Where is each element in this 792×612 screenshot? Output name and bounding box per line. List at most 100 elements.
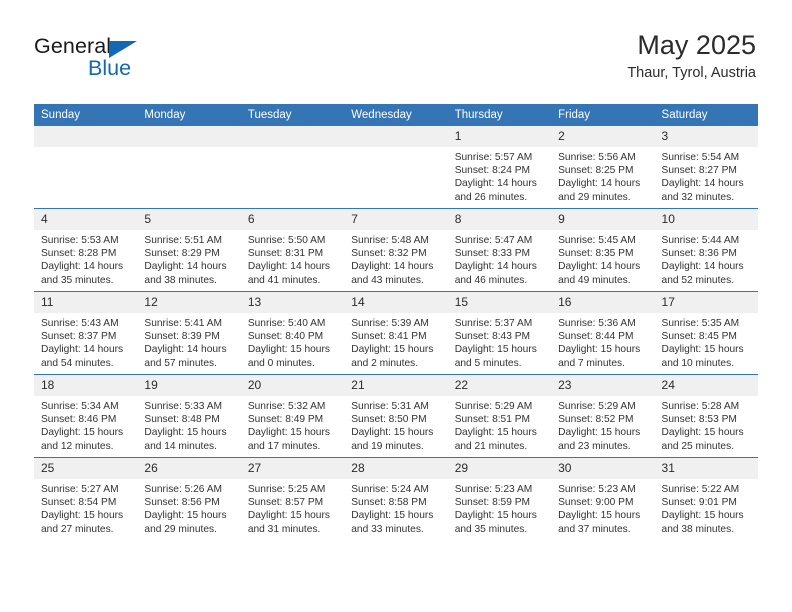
day-detail-sunrise: Sunrise: 5:22 AM	[661, 484, 740, 495]
day-detail-daylight-2: and 23 minutes.	[558, 440, 631, 452]
day-detail-daylight-1: Daylight: 14 hours	[247, 261, 330, 273]
calendar-day-cell[interactable]: 14 Sunrise: 5:39 AM Sunset: 8:41 PM Dayligh…	[344, 291, 448, 375]
day-detail-sunrise: Sunrise: 5:50 AM	[247, 235, 326, 246]
day-detail-daylight-2: and 25 minutes.	[661, 440, 735, 452]
day-detail-daylight-2: and 12 minutes.	[41, 440, 114, 452]
day-number	[137, 126, 241, 147]
day-number	[34, 126, 138, 147]
day-details: Sunrise: 5:51 AM Sunset: 8:29 PM Daylight:…	[137, 230, 240, 287]
day-details: Sunrise: 5:33 AM Sunset: 8:48 PM Daylight:…	[137, 396, 240, 453]
weekday-header-sunday: Sunday	[34, 104, 138, 126]
day-detail-sunrise: Sunrise: 5:43 AM	[41, 318, 119, 329]
day-detail-daylight-1: Daylight: 15 hours	[454, 510, 537, 522]
day-detail-sunset: Sunset: 8:49 PM	[247, 414, 324, 426]
calendar-day-cell[interactable]: 15 Sunrise: 5:37 AM Sunset: 8:43 PM Dayligh…	[447, 291, 552, 375]
calendar-day-cell[interactable]: 7 Sunrise: 5:48 AM Sunset: 8:32 PM Daylight…	[344, 208, 448, 292]
calendar-day-cell[interactable]: 8 Sunrise: 5:47 AM Sunset: 8:33 PM Daylight…	[447, 208, 552, 292]
day-details: Sunrise: 5:40 AM Sunset: 8:40 PM Daylight:…	[241, 313, 344, 370]
day-details: Sunrise: 5:48 AM Sunset: 8:32 PM Daylight:…	[344, 230, 447, 287]
day-details: Sunrise: 5:32 AM Sunset: 8:49 PM Daylight:…	[241, 396, 344, 453]
page-subtitle-location: Thaur, Tyrol, Austria	[627, 65, 756, 82]
day-detail-daylight-2: and 38 minutes.	[661, 523, 735, 535]
calendar-day-cell[interactable]: 28 Sunrise: 5:24 AM Sunset: 8:58 PM Dayligh…	[344, 457, 448, 540]
weekday-header-saturday: Saturday	[654, 104, 758, 126]
calendar-day-cell[interactable]: 19 Sunrise: 5:33 AM Sunset: 8:48 PM Dayligh…	[137, 374, 241, 458]
day-detail-sunset: Sunset: 8:44 PM	[558, 331, 634, 343]
calendar-day-cell[interactable]: 22 Sunrise: 5:29 AM Sunset: 8:51 PM Dayligh…	[447, 374, 552, 458]
day-detail-daylight-1: Daylight: 15 hours	[351, 510, 434, 522]
calendar-day-cell[interactable]: 30 Sunrise: 5:23 AM Sunset: 9:00 PM Dayligh…	[551, 457, 655, 540]
day-detail-sunrise: Sunrise: 5:37 AM	[454, 318, 533, 329]
day-detail-sunrise: Sunrise: 5:45 AM	[558, 235, 636, 246]
calendar-day-cell[interactable]: 4 Sunrise: 5:53 AM Sunset: 8:28 PM Daylight…	[34, 208, 138, 292]
day-detail-sunset: Sunset: 8:40 PM	[247, 331, 324, 343]
calendar-week-row: 25 Sunrise: 5:27 AM Sunset: 8:54 PM Dayligh…	[34, 457, 758, 540]
day-details: Sunrise: 5:50 AM Sunset: 8:31 PM Daylight:…	[241, 230, 344, 287]
day-number	[344, 126, 448, 147]
calendar-day-cell[interactable]: 6 Sunrise: 5:50 AM Sunset: 8:31 PM Daylight…	[240, 208, 345, 292]
day-detail-daylight-1: Daylight: 15 hours	[41, 427, 124, 439]
title-block: May 2025 Thaur, Tyrol, Austria	[627, 30, 756, 82]
calendar-day-cell[interactable]: 2 Sunrise: 5:56 AM Sunset: 8:25 PM Daylight…	[551, 126, 655, 209]
calendar-day-cell[interactable]: 13 Sunrise: 5:40 AM Sunset: 8:40 PM Dayligh…	[240, 291, 345, 375]
calendar-day-cell[interactable]: 9 Sunrise: 5:45 AM Sunset: 8:35 PM Daylight…	[551, 208, 655, 292]
day-number: 10	[654, 209, 758, 230]
day-number: 28	[344, 458, 448, 479]
general-blue-logo[interactable]: General Blue	[34, 35, 224, 88]
day-detail-daylight-1: Daylight: 14 hours	[351, 261, 434, 273]
day-detail-daylight-2: and 0 minutes.	[247, 357, 315, 369]
calendar-day-cell[interactable]: 26 Sunrise: 5:26 AM Sunset: 8:56 PM Dayligh…	[137, 457, 241, 540]
day-detail-daylight-2: and 21 minutes.	[454, 440, 528, 452]
calendar-day-cell[interactable]: 31 Sunrise: 5:22 AM Sunset: 9:01 PM Dayligh…	[654, 457, 758, 540]
day-number: 29	[447, 458, 552, 479]
day-number: 21	[344, 375, 448, 396]
day-details: Sunrise: 5:22 AM Sunset: 9:01 PM Daylight:…	[655, 479, 758, 536]
day-detail-daylight-2: and 46 minutes.	[454, 274, 528, 286]
weekday-header-thursday: Thursday	[447, 104, 552, 126]
calendar-day-cell[interactable]: 23 Sunrise: 5:29 AM Sunset: 8:52 PM Dayligh…	[551, 374, 655, 458]
calendar-day-cell[interactable]: 10 Sunrise: 5:44 AM Sunset: 8:36 PM Dayligh…	[654, 208, 758, 292]
calendar-day-cell[interactable]: 5 Sunrise: 5:51 AM Sunset: 8:29 PM Daylight…	[137, 208, 241, 292]
day-number: 4	[34, 209, 138, 230]
calendar-day-cell[interactable]: 1 Sunrise: 5:57 AM Sunset: 8:24 PM Daylight…	[447, 126, 552, 209]
day-number: 11	[34, 292, 138, 313]
calendar-day-cell[interactable]: 17 Sunrise: 5:35 AM Sunset: 8:45 PM Dayligh…	[654, 291, 758, 375]
day-number: 6	[240, 209, 345, 230]
calendar-day-cell[interactable]: 3 Sunrise: 5:54 AM Sunset: 8:27 PM Daylight…	[654, 126, 758, 209]
day-detail-sunset: Sunset: 8:31 PM	[247, 248, 324, 260]
day-number: 9	[551, 209, 655, 230]
day-detail-daylight-2: and 41 minutes.	[247, 274, 321, 286]
calendar-day-cell[interactable]: 18 Sunrise: 5:34 AM Sunset: 8:46 PM Dayligh…	[34, 374, 138, 458]
day-detail-sunrise: Sunrise: 5:53 AM	[41, 235, 119, 246]
calendar-day-cell[interactable]: 29 Sunrise: 5:23 AM Sunset: 8:59 PM Dayligh…	[447, 457, 552, 540]
day-detail-daylight-1: Daylight: 14 hours	[144, 344, 227, 356]
day-detail-daylight-1: Daylight: 15 hours	[558, 510, 641, 522]
calendar-week-row: 1 Sunrise: 5:57 AM Sunset: 8:24 PM Daylight…	[34, 126, 758, 209]
calendar-day-cell[interactable]: 25 Sunrise: 5:27 AM Sunset: 8:54 PM Dayligh…	[34, 457, 138, 540]
day-detail-sunset: Sunset: 8:57 PM	[247, 497, 324, 509]
day-detail-sunrise: Sunrise: 5:34 AM	[41, 401, 119, 412]
day-number: 22	[447, 375, 552, 396]
day-detail-sunset: Sunset: 8:50 PM	[351, 414, 427, 426]
calendar-day-cell[interactable]: 24 Sunrise: 5:28 AM Sunset: 8:53 PM Dayligh…	[654, 374, 758, 458]
day-detail-sunset: Sunset: 8:33 PM	[454, 248, 531, 260]
calendar-day-cell[interactable]: 11 Sunrise: 5:43 AM Sunset: 8:37 PM Dayligh…	[34, 291, 138, 375]
day-detail-sunset: Sunset: 8:59 PM	[454, 497, 531, 509]
calendar-day-cell[interactable]: 27 Sunrise: 5:25 AM Sunset: 8:57 PM Dayligh…	[240, 457, 345, 540]
day-detail-daylight-1: Daylight: 14 hours	[454, 178, 537, 190]
calendar-day-cell[interactable]: 16 Sunrise: 5:36 AM Sunset: 8:44 PM Dayligh…	[551, 291, 655, 375]
calendar-day-cell[interactable]: 21 Sunrise: 5:31 AM Sunset: 8:50 PM Dayligh…	[344, 374, 448, 458]
day-detail-daylight-2: and 32 minutes.	[661, 191, 735, 203]
day-detail-sunset: Sunset: 8:37 PM	[41, 331, 117, 343]
day-detail-sunrise: Sunrise: 5:57 AM	[454, 152, 533, 163]
day-detail-daylight-1: Daylight: 15 hours	[351, 427, 434, 439]
day-detail-daylight-2: and 5 minutes.	[454, 357, 522, 369]
day-detail-daylight-1: Daylight: 14 hours	[144, 261, 227, 273]
calendar-day-cell-empty	[344, 126, 448, 209]
day-detail-sunset: Sunset: 8:51 PM	[454, 414, 531, 426]
calendar-day-cell[interactable]: 12 Sunrise: 5:41 AM Sunset: 8:39 PM Dayligh…	[137, 291, 241, 375]
day-details: Sunrise: 5:23 AM Sunset: 8:59 PM Daylight:…	[448, 479, 551, 536]
day-detail-daylight-2: and 26 minutes.	[454, 191, 528, 203]
day-detail-sunset: Sunset: 8:53 PM	[661, 414, 737, 426]
calendar-day-cell[interactable]: 20 Sunrise: 5:32 AM Sunset: 8:49 PM Dayligh…	[240, 374, 345, 458]
